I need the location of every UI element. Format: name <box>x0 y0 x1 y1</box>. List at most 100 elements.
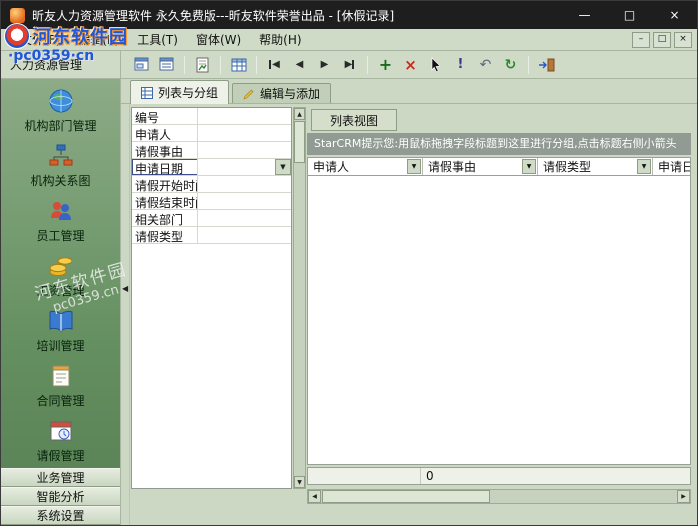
scroll-up-button[interactable]: ▲ <box>294 108 305 120</box>
date-combo[interactable]: ▼ <box>198 159 291 175</box>
sidebar-group-settings[interactable]: 系统设置 <box>1 506 120 525</box>
sidebar-item-org-departments[interactable]: 机构部门管理 <box>1 83 120 138</box>
employees-icon <box>50 201 71 220</box>
sidebar-group-analysis[interactable]: 智能分析 <box>1 487 120 506</box>
mdi-restore-button[interactable]: □ <box>653 31 671 48</box>
column-header-apply-date[interactable]: 申请日期 <box>653 158 690 175</box>
prev-record-button[interactable]: ◀ <box>287 53 312 76</box>
add-record-button[interactable]: + <box>373 53 398 76</box>
chevron-down-icon: ▼ <box>641 163 647 170</box>
sidebar-item-employees[interactable]: 员工管理 <box>1 193 120 248</box>
combo-dropdown-button[interactable]: ▼ <box>275 159 291 175</box>
card-layout-button[interactable] <box>154 53 179 76</box>
column-filter-button[interactable]: ▼ <box>637 159 651 174</box>
collapse-arrow-icon[interactable]: ◀ <box>122 284 128 293</box>
sidebar: 机构部门管理 机构关系图 员工管理 工资管理 培训管理 合同管理 请假管理 业务… <box>1 79 121 525</box>
form-layout-button[interactable] <box>129 53 154 76</box>
report-export-button[interactable] <box>190 53 215 76</box>
last-record-button[interactable]: ▶ <box>337 53 362 76</box>
column-filter-button[interactable]: ▼ <box>407 159 421 174</box>
column-filter-button[interactable]: ▼ <box>522 159 536 174</box>
sidebar-group-label: 业务管理 <box>36 471 85 485</box>
field-label: 相关部门 <box>132 210 198 226</box>
app-icon <box>10 7 25 23</box>
close-button[interactable]: × <box>652 1 697 29</box>
next-record-button[interactable]: ▶ <box>312 53 337 76</box>
column-label: 申请日期 <box>658 160 690 174</box>
column-header-leave-type[interactable]: 请假类型 ▼ <box>538 158 653 175</box>
chevron-down-icon: ▼ <box>526 163 532 170</box>
toolbar: ◀ ◀ ▶ ▶ + × ! ↶ ↻ <box>121 51 697 79</box>
list-horizontal-scrollbar[interactable]: ◀ ▶ <box>307 489 691 504</box>
menu-file[interactable]: 文件(F) <box>11 29 69 50</box>
listview-tab-label: 列表视图 <box>329 113 378 128</box>
menu-edit[interactable]: 编辑(E) <box>69 29 128 50</box>
field-value-cell[interactable] <box>198 210 291 226</box>
minimize-button[interactable]: — <box>562 1 607 29</box>
first-record-button[interactable]: ◀ <box>262 53 287 76</box>
field-value-cell[interactable] <box>198 176 291 192</box>
field-label: 申请日期 <box>132 159 198 175</box>
tab-edit-and-add[interactable]: 编辑与添加 <box>232 83 332 103</box>
refresh-button[interactable]: ↻ <box>498 53 523 76</box>
refresh-icon: ↻ <box>504 56 517 73</box>
sidebar-item-org-chart[interactable]: 机构关系图 <box>1 138 120 193</box>
sidebar-group-label: 智能分析 <box>36 490 85 504</box>
field-value-cell[interactable] <box>198 142 291 158</box>
field-value-cell[interactable] <box>198 108 291 124</box>
listview-tab[interactable]: 列表视图 <box>311 109 397 131</box>
sidebar-item-training[interactable]: 培训管理 <box>1 303 120 358</box>
maximize-button[interactable]: □ <box>607 1 652 29</box>
sidebar-item-leave[interactable]: 请假管理 <box>1 413 120 468</box>
column-header-reason[interactable]: 请假事由 ▼ <box>423 158 538 175</box>
scroll-left-button[interactable]: ◀ <box>308 490 321 503</box>
date-combo-value[interactable] <box>198 159 275 175</box>
view-tabbar: 列表与分组 编辑与添加 <box>121 79 697 104</box>
form-vertical-scrollbar[interactable]: ▲ ▼ <box>293 107 306 489</box>
sidebar-item-contracts[interactable]: 合同管理 <box>1 358 120 413</box>
sidebar-splitter[interactable]: ◀ <box>121 104 130 525</box>
undo-button[interactable]: ↶ <box>473 53 498 76</box>
scroll-thumb[interactable] <box>322 490 490 503</box>
table-grid-button[interactable] <box>226 53 251 76</box>
sidebar-item-salary[interactable]: 工资管理 <box>1 248 120 303</box>
select-cursor-button[interactable] <box>423 53 448 76</box>
field-value-cell[interactable]: ▼ <box>198 159 291 175</box>
sidebar-item-label: 请假管理 <box>36 448 85 463</box>
scroll-right-button[interactable]: ▶ <box>677 490 690 503</box>
mdi-minimize-button[interactable]: – <box>632 31 650 48</box>
group-by-hint-bar: StarCRM提示您:用鼠标拖拽字段标题到这里进行分组,点击标题右侧小箭头 <box>307 133 691 155</box>
scroll-down-button[interactable]: ▼ <box>294 476 305 488</box>
chevron-down-icon: ▼ <box>411 163 417 170</box>
delete-record-button[interactable]: × <box>398 53 423 76</box>
form-row: 请假类型 <box>132 227 291 244</box>
menu-tools[interactable]: 工具(T) <box>128 29 187 50</box>
form-row: 请假开始时间 <box>132 176 291 193</box>
leave-icon <box>50 421 71 440</box>
first-record-icon: ◀ <box>269 59 280 70</box>
menu-window[interactable]: 窗体(W) <box>187 29 250 50</box>
undo-icon: ↶ <box>479 56 492 73</box>
sidebar-items: 机构部门管理 机构关系图 员工管理 工资管理 培训管理 合同管理 请假管理 <box>1 79 120 468</box>
sidebar-header: 人力资源管理 <box>1 51 121 79</box>
list-body[interactable] <box>307 176 691 465</box>
column-header-applicant[interactable]: 申请人 ▼ <box>308 158 423 175</box>
tab-list-and-group[interactable]: 列表与分组 <box>130 80 230 104</box>
field-label: 请假事由 <box>132 142 198 158</box>
menu-help[interactable]: 帮助(H) <box>250 29 310 50</box>
report-export-icon <box>196 57 209 72</box>
field-value-cell[interactable] <box>198 227 291 243</box>
form-layout-icon <box>134 57 148 71</box>
field-value-cell[interactable] <box>198 193 291 209</box>
mdi-close-button[interactable]: × <box>674 31 692 48</box>
sidebar-group-business[interactable]: 业务管理 <box>1 468 120 487</box>
list-header-row: 申请人 ▼ 请假事由 ▼ 请假类型 ▼ 申请日期 <box>307 157 691 176</box>
toolbar-separator <box>220 55 221 74</box>
window-controls: — □ × <box>562 1 697 29</box>
scroll-thumb[interactable] <box>294 121 305 163</box>
field-label: 请假类型 <box>132 227 198 243</box>
validate-button[interactable]: ! <box>448 53 473 76</box>
field-value-cell[interactable] <box>198 125 291 141</box>
org-chart-icon <box>49 144 72 165</box>
exit-button[interactable] <box>534 53 559 76</box>
